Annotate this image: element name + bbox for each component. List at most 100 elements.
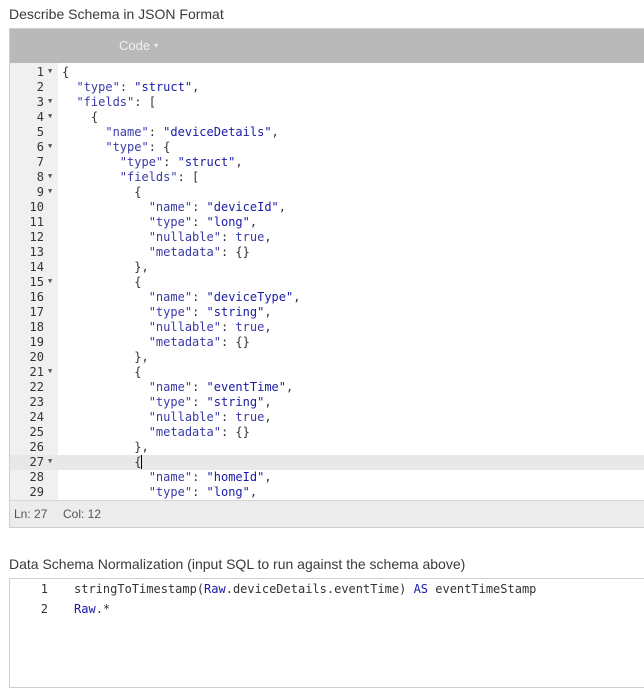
- code-mode-label: Code: [119, 38, 151, 53]
- code-line[interactable]: 3 ▼ "fields": [: [10, 95, 644, 110]
- line-text: Raw.*: [74, 602, 111, 616]
- schema-json-editor[interactable]: Code ▾ 1 ▼{2 "type": "struct", 3 ▼ "fields":…: [9, 28, 644, 528]
- fold-arrow-icon[interactable]: ▼: [48, 169, 52, 184]
- line-number: 18: [29, 320, 44, 334]
- chevron-down-icon: ▾: [154, 41, 159, 50]
- sql-section-title: Data Schema Normalization (input SQL to …: [9, 556, 466, 572]
- line-text: "metadata": {}: [148, 245, 250, 259]
- code-line[interactable]: 10 "name": "deviceId",: [10, 200, 644, 215]
- fold-arrow-icon[interactable]: ▼: [48, 94, 52, 109]
- line-text: "nullable": true,: [148, 410, 272, 424]
- code-line[interactable]: 28 "name": "homeId",: [10, 470, 644, 485]
- fold-arrow-icon[interactable]: ▼: [48, 274, 52, 289]
- code-mode-dropdown[interactable]: Code ▾: [119, 38, 158, 53]
- line-number: 22: [29, 380, 44, 394]
- code-line[interactable]: 12 "nullable": true,: [10, 230, 644, 245]
- line-text: "type": "struct",: [76, 80, 200, 94]
- code-line[interactable]: 18 "nullable": true,: [10, 320, 644, 335]
- sql-line[interactable]: 2 Raw.*: [10, 599, 644, 619]
- code-line[interactable]: 6 ▼ "type": {: [10, 140, 644, 155]
- line-text: {: [62, 455, 143, 469]
- line-text: "name": "homeId",: [148, 470, 272, 484]
- sql-line[interactable]: 1 stringToTimestamp(Raw.deviceDetails.eve…: [10, 579, 644, 599]
- code-line[interactable]: 13 "metadata": {}: [10, 245, 644, 260]
- code-line[interactable]: 22 "name": "eventTime",: [10, 380, 644, 395]
- fold-arrow-icon[interactable]: ▼: [48, 139, 52, 154]
- line-number: 14: [29, 260, 44, 274]
- fold-arrow-icon[interactable]: ▼: [48, 454, 52, 469]
- code-line[interactable]: 29 "type": "long",: [10, 485, 644, 500]
- code-line[interactable]: 24 "nullable": true,: [10, 410, 644, 425]
- line-text: {: [62, 275, 142, 289]
- line-number: 21: [29, 365, 44, 379]
- line-number: 10: [29, 200, 44, 214]
- code-line[interactable]: 25 "metadata": {}: [10, 425, 644, 440]
- line-number: 12: [29, 230, 44, 244]
- line-text: },: [62, 440, 149, 454]
- code-line[interactable]: 23 "type": "string",: [10, 395, 644, 410]
- line-number: 16: [29, 290, 44, 304]
- fold-arrow-icon[interactable]: ▼: [48, 64, 52, 79]
- line-number: 11: [29, 215, 44, 229]
- line-number: 25: [29, 425, 44, 439]
- line-number: 20: [29, 350, 44, 364]
- line-text: "type": {: [105, 140, 171, 154]
- code-line[interactable]: 4 ▼ {: [10, 110, 644, 125]
- code-line[interactable]: 5 "name": "deviceDetails",: [10, 125, 644, 140]
- line-text: "nullable": true,: [148, 230, 272, 244]
- line-text: {: [62, 110, 99, 124]
- line-number: 26: [29, 440, 44, 454]
- fold-arrow-icon[interactable]: ▼: [48, 184, 52, 199]
- line-text: {: [62, 65, 70, 79]
- code-area[interactable]: 1 ▼{2 "type": "struct", 3 ▼ "fields": [4 ▼ {…: [10, 63, 644, 501]
- line-number: 29: [29, 485, 44, 499]
- line-text: "type": "string",: [148, 305, 272, 319]
- sql-code-lines: 1 stringToTimestamp(Raw.deviceDetails.eve…: [10, 579, 644, 619]
- fold-arrow-icon[interactable]: ▼: [48, 109, 52, 124]
- code-line[interactable]: 1 ▼ {: [10, 65, 644, 80]
- code-line[interactable]: 8 ▼ "fields": [: [10, 170, 644, 185]
- line-number: 8: [36, 170, 44, 184]
- line-number: 28: [29, 470, 44, 484]
- line-number: 5: [36, 125, 44, 139]
- code-line[interactable]: 15 ▼ {: [10, 275, 644, 290]
- code-line[interactable]: 2 "type": "struct",: [10, 80, 644, 95]
- line-number: 23: [29, 395, 44, 409]
- code-line[interactable]: 20 },: [10, 350, 644, 365]
- line-text: {: [62, 365, 142, 379]
- code-line[interactable]: 27 ▼ {: [10, 455, 644, 470]
- sql-normalization-editor[interactable]: 1 stringToTimestamp(Raw.deviceDetails.eve…: [9, 578, 644, 688]
- line-text: "type": "struct",: [119, 155, 243, 169]
- code-line[interactable]: 26 },: [10, 440, 644, 455]
- editor-toolbar: Code ▾: [10, 29, 644, 63]
- line-text: "fields": [: [76, 95, 156, 109]
- line-number: 17: [29, 305, 44, 319]
- line-number: 3: [36, 95, 44, 109]
- line-number: 1: [36, 65, 44, 79]
- code-line[interactable]: 19 "metadata": {}: [10, 335, 644, 350]
- line-number: 9: [36, 185, 44, 199]
- line-number: 19: [29, 335, 44, 349]
- code-line[interactable]: 21 ▼ {: [10, 365, 644, 380]
- line-number: 15: [29, 275, 44, 289]
- line-text: {: [62, 185, 142, 199]
- line-number: 13: [29, 245, 44, 259]
- line-text: "type": "long",: [148, 215, 258, 229]
- code-line[interactable]: 9 ▼ {: [10, 185, 644, 200]
- code-line[interactable]: 7 "type": "struct",: [10, 155, 644, 170]
- code-line[interactable]: 14 },: [10, 260, 644, 275]
- line-text: stringToTimestamp(Raw.deviceDetails.even…: [74, 582, 537, 596]
- code-lines: 1 ▼{2 "type": "struct", 3 ▼ "fields": [4 ▼ {…: [10, 65, 644, 500]
- line-number: 4: [36, 110, 44, 124]
- line-number: 2: [36, 80, 44, 94]
- line-text: "fields": [: [119, 170, 200, 184]
- line-number: 24: [29, 410, 44, 424]
- line-number: 27: [29, 455, 44, 469]
- code-line[interactable]: 11 "type": "long",: [10, 215, 644, 230]
- line-number: 2: [40, 602, 48, 616]
- line-text: "type": "string",: [148, 395, 272, 409]
- code-line[interactable]: 17 "type": "string",: [10, 305, 644, 320]
- fold-arrow-icon[interactable]: ▼: [48, 364, 52, 379]
- line-text: "type": "long",: [148, 485, 258, 499]
- code-line[interactable]: 16 "name": "deviceType",: [10, 290, 644, 305]
